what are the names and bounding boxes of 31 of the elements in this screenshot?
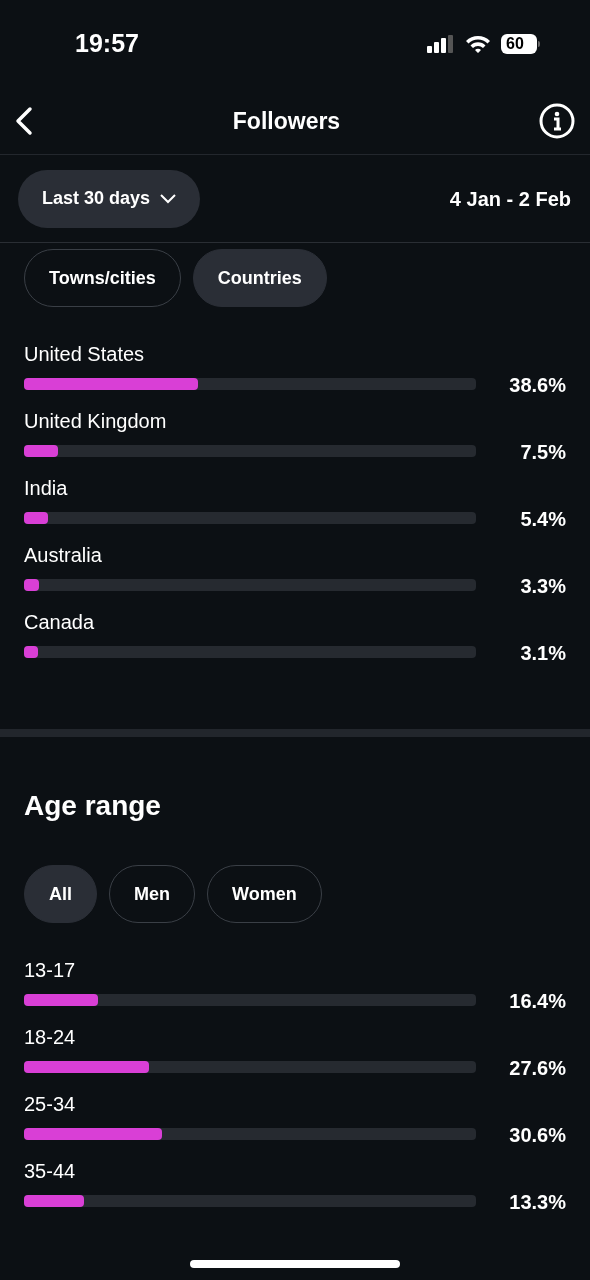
filter-tab[interactable]: Countries — [192, 249, 327, 307]
back-icon[interactable] — [14, 106, 34, 136]
percentage: 3.1% — [520, 641, 566, 666]
battery-icon: 60 — [501, 34, 540, 54]
row-label: United Kingdom — [24, 409, 167, 433]
row-label: 35-44 — [24, 1159, 76, 1183]
period-dropdown[interactable]: Last 30 days — [18, 169, 201, 228]
percentage: 30.6% — [509, 1123, 566, 1148]
row-label: 25-34 — [24, 1092, 76, 1116]
filter-tab[interactable]: All — [24, 865, 97, 923]
row-label: Canada — [24, 610, 95, 634]
percentage: 3.3% — [520, 574, 566, 599]
row-label: Australia — [24, 543, 102, 567]
percentage: 13.3% — [509, 1190, 566, 1215]
percentage: 27.6% — [509, 1056, 566, 1081]
row-label: United States — [24, 342, 145, 366]
info-icon[interactable] — [539, 103, 575, 139]
section-title: Age range — [23, 789, 162, 823]
percentage: 38.6% — [509, 373, 566, 398]
percentage: 16.4% — [509, 989, 566, 1014]
page-title: Followers — [232, 106, 341, 136]
row-label: 13-17 — [24, 958, 76, 982]
wifi-icon — [465, 34, 491, 54]
percentage: 5.4% — [520, 507, 566, 532]
status-time: 19:57 — [75, 28, 139, 60]
date-range: 4 Jan - 2 Feb — [449, 186, 571, 212]
row-label: 18-24 — [24, 1025, 76, 1049]
signal-icon — [427, 35, 455, 53]
percentage: 7.5% — [520, 440, 566, 465]
chevron-down-icon — [160, 193, 177, 204]
row-label: India — [24, 476, 68, 500]
